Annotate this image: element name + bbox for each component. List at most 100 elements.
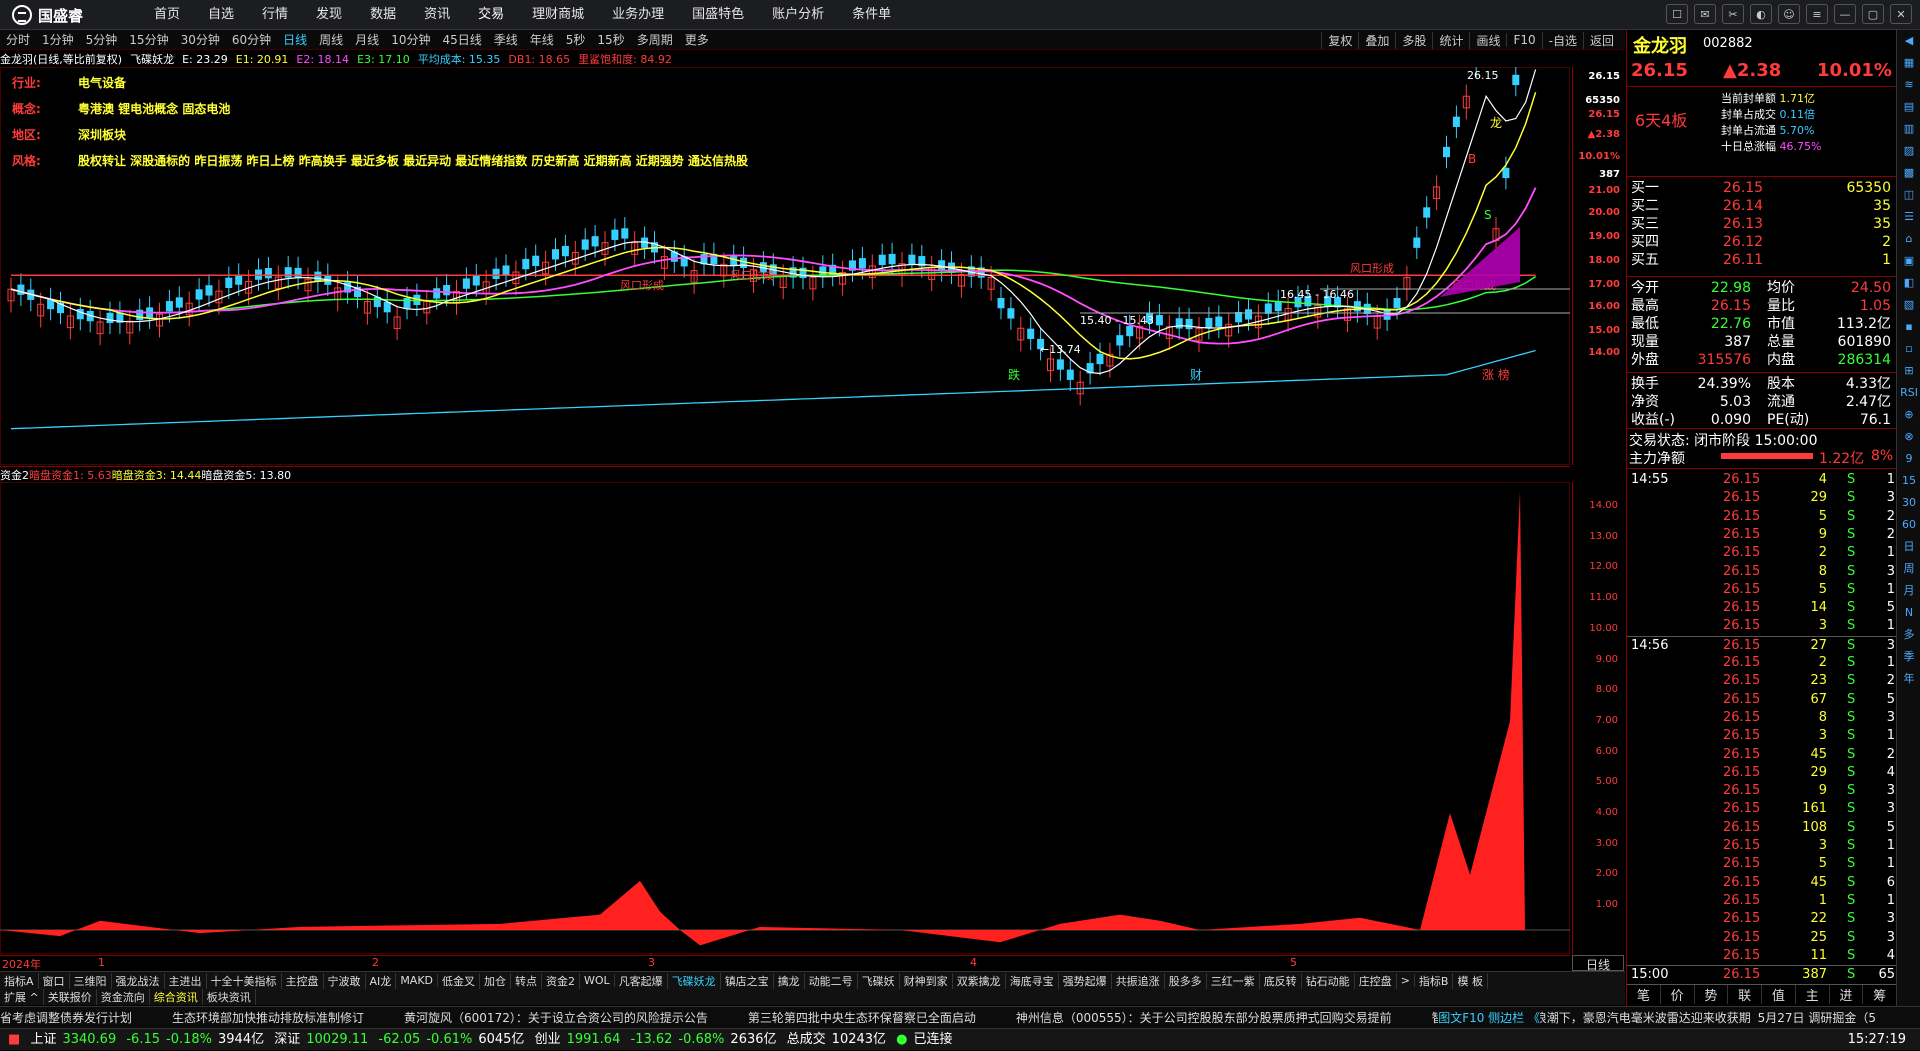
- nav-item-1[interactable]: 自选: [194, 0, 248, 30]
- tool-4[interactable]: 画线: [1469, 31, 1506, 49]
- indicator-tab-2[interactable]: 三维阳: [70, 972, 112, 989]
- nav-item-6[interactable]: 交易: [464, 0, 518, 30]
- tick-row[interactable]: 26.15 5 S 1: [1627, 855, 1897, 873]
- indicator-tab-22[interactable]: 双紫擒龙: [953, 972, 1006, 989]
- app-logo[interactable]: 国盛睿: [12, 4, 83, 26]
- tool-5[interactable]: F10: [1506, 33, 1541, 47]
- nav-item-3[interactable]: 发现: [302, 0, 356, 30]
- indicator-tab-15[interactable]: 凡客起爆: [615, 972, 668, 989]
- side-icon-18[interactable]: ⊗: [1897, 426, 1920, 448]
- indicator-tab-9[interactable]: MAKD: [396, 974, 439, 987]
- indicator-tab-21[interactable]: 财神到家: [900, 972, 953, 989]
- side-icon-14[interactable]: ▫: [1897, 338, 1920, 360]
- tool-7[interactable]: 返回: [1582, 31, 1620, 49]
- side-icon-20[interactable]: 15: [1897, 470, 1920, 492]
- indicator-tab-23[interactable]: 海底寻宝: [1006, 972, 1059, 989]
- side-icon-27[interactable]: 多: [1897, 624, 1920, 646]
- nav-item-7[interactable]: 理财商城: [518, 0, 598, 30]
- side-icon-25[interactable]: 月: [1897, 580, 1920, 602]
- indicator-tab-3[interactable]: 强龙战法: [112, 972, 165, 989]
- mail-icon[interactable]: ✉: [1694, 4, 1716, 24]
- side-icon-16[interactable]: RSI: [1897, 382, 1920, 404]
- tick-row[interactable]: 15:00 26.15 387 S 65: [1627, 965, 1897, 983]
- indicator-tab-13[interactable]: 资金2: [542, 972, 581, 989]
- sh-label[interactable]: 上证: [30, 1032, 56, 1047]
- indicator-tab-24[interactable]: 强势起爆: [1059, 972, 1112, 989]
- indicator-tab-8[interactable]: AI龙: [366, 972, 397, 989]
- tick-list[interactable]: 14:55 26.15 4 S 1 26.15 29 S 3 26.15 5 S 2 26.15 9 S 2 26…: [1627, 468, 1897, 984]
- side-icon-11[interactable]: ◧: [1897, 272, 1920, 294]
- news-ticker[interactable]: 省考虑调整债券发行计划 生态环境部加快推动排放标准制修订 黄河旋风（600172）：…: [0, 1006, 1920, 1028]
- nav-item-4[interactable]: 数据: [356, 0, 410, 30]
- tick-row[interactable]: 26.15 3 S 1: [1627, 837, 1897, 855]
- menu-icon[interactable]: ≡: [1806, 4, 1828, 24]
- tool-6[interactable]: -自选: [1541, 31, 1583, 49]
- bid-row-1[interactable]: 买二 26.14 35: [1627, 197, 1897, 215]
- indicator-tab-33[interactable]: 模 板: [1453, 972, 1488, 989]
- side-icon-24[interactable]: 周: [1897, 558, 1920, 580]
- indicator-tab-31[interactable]: >: [1397, 974, 1415, 987]
- period-indicator[interactable]: 日线: [1572, 955, 1624, 972]
- news-item-2[interactable]: 黄河旋风（600172）：关于设立合资公司的风险提示公告: [404, 1011, 708, 1025]
- nav-item-9[interactable]: 国盛特色: [678, 0, 758, 30]
- indicator-tab-6[interactable]: 主控盘: [282, 972, 324, 989]
- side-icon-17[interactable]: ⊕: [1897, 404, 1920, 426]
- tool-2[interactable]: 多股: [1395, 31, 1432, 49]
- quote-tab-4[interactable]: 值: [1762, 985, 1796, 1004]
- quote-tab-5[interactable]: 主: [1796, 985, 1830, 1004]
- indicator-tab-7[interactable]: 宁波敢: [324, 972, 366, 989]
- period-8[interactable]: 月线: [349, 30, 385, 50]
- period-7[interactable]: 周线: [313, 30, 349, 50]
- message-icon[interactable]: ☐: [1666, 4, 1688, 24]
- side-icon-10[interactable]: ▣: [1897, 250, 1920, 272]
- user-icon[interactable]: ☺: [1778, 4, 1800, 24]
- news-item-0[interactable]: 省考虑调整债券发行计划: [0, 1011, 132, 1025]
- indicator-tab-27[interactable]: 三红一紫: [1207, 972, 1260, 989]
- news-item-3[interactable]: 第三轮第四批中央生态环保督察已全面启动: [748, 1011, 976, 1025]
- news-item-1[interactable]: 生态环境部加快推动排放标准制修订: [172, 1011, 364, 1025]
- bid-row-0[interactable]: 买一 26.15 65350: [1627, 179, 1897, 197]
- tick-row[interactable]: 26.15 45 S 6: [1627, 874, 1897, 892]
- indicator-tab-18[interactable]: 擒龙: [774, 972, 805, 989]
- tool-3[interactable]: 统计: [1432, 31, 1469, 49]
- side-icon-22[interactable]: 60: [1897, 514, 1920, 536]
- side-icon-13[interactable]: ▪: [1897, 316, 1920, 338]
- indicator-tab-32[interactable]: 指标B: [1415, 972, 1454, 989]
- tick-row[interactable]: 26.15 161 S 3: [1627, 800, 1897, 818]
- indicator-tab-29[interactable]: 钻石动能: [1302, 972, 1355, 989]
- period-10[interactable]: 45日线: [436, 30, 487, 50]
- indicator-tab-30[interactable]: 庄控盘: [1355, 972, 1397, 989]
- tick-row[interactable]: 26.15 25 S 3: [1627, 929, 1897, 947]
- tick-row[interactable]: 26.15 9 S 2: [1627, 526, 1897, 544]
- indicator-tab-25[interactable]: 共振追涨: [1112, 972, 1165, 989]
- quote-tab-2[interactable]: 势: [1695, 985, 1729, 1004]
- period-1[interactable]: 1分钟: [36, 30, 80, 50]
- indicator-tab-10[interactable]: 低金叉: [438, 972, 481, 989]
- nav-item-2[interactable]: 行情: [248, 0, 302, 30]
- bid-row-2[interactable]: 买三 26.13 35: [1627, 215, 1897, 233]
- period-0[interactable]: 分时: [0, 30, 36, 50]
- indicator-tab-20[interactable]: 飞碟妖: [858, 972, 900, 989]
- period-2[interactable]: 5分钟: [80, 30, 124, 50]
- bid-row-3[interactable]: 买四 26.12 2: [1627, 233, 1897, 251]
- side-icon-26[interactable]: N: [1897, 602, 1920, 624]
- side-icon-0[interactable]: ◀: [1897, 30, 1920, 52]
- tick-row[interactable]: 26.15 5 S 1: [1627, 581, 1897, 599]
- tick-row[interactable]: 26.15 108 S 5: [1627, 819, 1897, 837]
- side-icon-4[interactable]: ▥: [1897, 118, 1920, 140]
- sz-label[interactable]: 深证: [274, 1032, 300, 1047]
- tick-row[interactable]: 14:55 26.15 4 S 1: [1627, 471, 1897, 489]
- period-4[interactable]: 30分钟: [175, 30, 226, 50]
- period-5[interactable]: 60分钟: [226, 30, 277, 50]
- tick-row[interactable]: 26.15 14 S 5: [1627, 599, 1897, 617]
- tick-row[interactable]: 26.15 3 S 1: [1627, 617, 1897, 635]
- tick-row[interactable]: 26.15 22 S 3: [1627, 910, 1897, 928]
- indicator-tab-16[interactable]: 飞碟妖龙: [668, 972, 721, 989]
- side-icon-15[interactable]: ⊞: [1897, 360, 1920, 382]
- tick-row[interactable]: 26.15 8 S 3: [1627, 563, 1897, 581]
- tick-row[interactable]: 26.15 2 S 1: [1627, 544, 1897, 562]
- side-icon-12[interactable]: ▧: [1897, 294, 1920, 316]
- indicator-tab-5[interactable]: 十全十美指标: [207, 972, 282, 989]
- fund-chart[interactable]: [0, 482, 1570, 954]
- nav-item-10[interactable]: 账户分析: [758, 0, 838, 30]
